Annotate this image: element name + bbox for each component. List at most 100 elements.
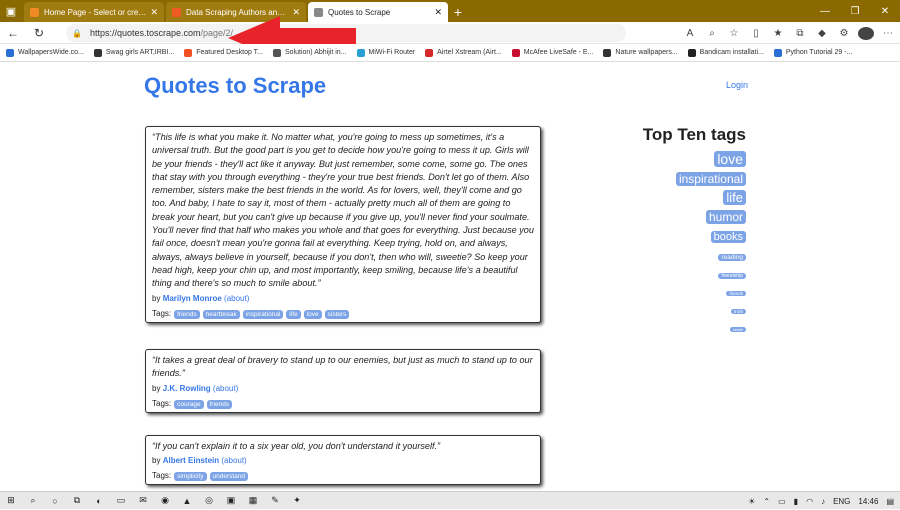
about-link[interactable]: (about) (224, 294, 249, 303)
instagram-icon[interactable]: ▣ (220, 495, 242, 506)
bookmark-item[interactable]: Nature wallpapers... (603, 48, 678, 57)
bookmark-label: Solution) Abhijit in... (285, 49, 347, 56)
maximize-icon[interactable]: ❐ (840, 0, 870, 22)
tag-link[interactable]: love (303, 309, 322, 319)
mail-icon[interactable]: ✉ (132, 495, 154, 506)
zoom-icon[interactable]: ⌕ (704, 28, 720, 39)
bookmark-favicon-icon (184, 48, 193, 57)
minimize-icon[interactable]: — (810, 0, 840, 22)
top-tag-link[interactable]: simile (729, 327, 746, 332)
refresh-icon[interactable]: ↻ (26, 26, 52, 40)
top-tag-link[interactable]: truth (730, 309, 746, 314)
tag-link[interactable]: sisters (324, 309, 350, 319)
quote-text: “It takes a great deal of bravery to sta… (152, 355, 533, 379)
bookmark-item[interactable]: MiWi-Fi Router (356, 48, 416, 57)
bookmark-item[interactable]: Python Tutorial 29 -... (773, 48, 853, 57)
file-explorer-icon[interactable]: ▭ (110, 495, 132, 506)
favorites-icon[interactable]: ★ (770, 28, 786, 39)
bookmark-item[interactable]: Solution) Abhijit in... (273, 48, 347, 57)
task-view-icon[interactable]: ⧉ (66, 495, 88, 506)
back-icon[interactable]: ← (0, 26, 26, 40)
favorite-star-icon[interactable]: ☆ (726, 28, 742, 39)
bookmark-item[interactable]: McAfee LiveSafe - E... (511, 48, 593, 57)
tab-close-icon[interactable]: ✕ (434, 7, 442, 18)
chrome-icon[interactable]: ◉ (154, 495, 176, 506)
close-window-icon[interactable]: ✕ (870, 0, 900, 22)
about-link[interactable]: (about) (221, 456, 246, 465)
extensions-icon[interactable]: ⚙ (836, 28, 852, 39)
collections-icon[interactable]: ⧉ (792, 28, 808, 39)
profile-avatar[interactable] (858, 26, 874, 40)
new-tab-button[interactable]: + (448, 2, 468, 22)
tag-link[interactable]: heartbreak (202, 309, 240, 319)
browser-tab[interactable]: Home Page - Select or create a b ✕ (24, 2, 164, 22)
author-name: J.K. Rowling (162, 383, 211, 393)
top-tag-link[interactable]: reading (718, 254, 746, 261)
tags-label: Tags: (152, 308, 172, 318)
top-tag-link[interactable]: inspirational (675, 172, 746, 186)
clock[interactable]: 14:46 (858, 497, 878, 506)
bookmark-label: Bandicam installati... (699, 49, 764, 56)
volume-icon[interactable]: ♪ (821, 497, 825, 506)
weather-icon[interactable]: ☀ (748, 497, 755, 506)
top-tags-panel: Top Ten tags love inspirational life humor b… (610, 125, 746, 336)
tag-link[interactable]: life (286, 309, 301, 319)
top-tags-title: Top Ten tags (642, 125, 746, 144)
bookmark-item[interactable]: WallpapersWide.co... (6, 48, 84, 57)
edge-icon[interactable]: ◐ (88, 496, 110, 506)
top-tag-link[interactable]: humor (705, 210, 746, 224)
tab-actions-icon[interactable]: ▣ (0, 0, 22, 22)
bookmark-item[interactable]: Bandicam installati... (687, 48, 764, 57)
login-link[interactable]: Login (726, 80, 748, 90)
brave-icon[interactable]: ▲ (176, 496, 198, 506)
language-indicator[interactable]: ENG (833, 497, 850, 506)
bookmarks-bar: WallpapersWide.co... Swag girls ART,IRBI.… (0, 44, 900, 62)
tag-link[interactable]: courage (174, 399, 204, 409)
top-tag-link[interactable]: books (710, 231, 746, 243)
top-tag-link[interactable]: friendship (718, 273, 746, 279)
tab-close-icon[interactable]: ✕ (150, 7, 158, 18)
tag-link[interactable]: understand (209, 472, 249, 482)
tab-strip: ▣ Home Page - Select or create a b✕Data … (0, 0, 900, 22)
top-tag-link[interactable]: love (714, 151, 746, 167)
cortana-icon[interactable]: ○ (44, 496, 66, 506)
bookmark-label: Python Tutorial 29 -... (785, 49, 853, 56)
bookmark-item[interactable]: Featured Desktop T... (184, 48, 263, 57)
tray-arrow-icon[interactable]: ⌃ (763, 497, 770, 506)
search-icon[interactable]: ⌕ (22, 495, 44, 506)
split-screen-icon[interactable]: ▯ (748, 28, 764, 39)
tags-label: Tags: (152, 471, 172, 481)
site-title[interactable]: Quotes to Scrape (144, 73, 326, 99)
quote-tags: Tags: courage friends (152, 399, 534, 409)
tab-favicon-icon (30, 7, 39, 17)
bookmark-favicon-icon (603, 48, 612, 57)
notifications-icon[interactable]: ▤ (886, 497, 894, 506)
notepad-icon[interactable]: ✎ (264, 495, 286, 506)
top-tag-link[interactable]: life (723, 190, 746, 205)
whatsapp-icon[interactable]: ◎ (198, 495, 220, 506)
tag-link[interactable]: friends (174, 309, 200, 319)
bookmark-label: MiWi-Fi Router (368, 49, 416, 56)
url-host: https://quotes.toscrape.com (89, 28, 201, 38)
about-link[interactable]: (about) (213, 384, 238, 393)
app-icon[interactable]: ✦ (286, 495, 308, 506)
top-tag-link[interactable]: friends (726, 291, 746, 296)
bookmark-favicon-icon (425, 48, 434, 57)
browser-tools: A ⌕ ☆ ▯ ★ ⧉ ◆ ⚙ ⋯ (682, 22, 896, 44)
bookmark-item[interactable]: Airtel Xstream (Airt... (425, 48, 502, 57)
read-aloud-icon[interactable]: A (682, 28, 698, 39)
quote-card: “This life is what you make it. No matte… (145, 126, 541, 323)
windows-start-icon[interactable]: ⊞ (0, 495, 22, 506)
screen-icon[interactable]: ▭ (778, 497, 786, 506)
tag-link[interactable]: friends (206, 399, 233, 409)
bookmark-label: Nature wallpapers... (615, 49, 678, 56)
extension-icon[interactable]: ◆ (814, 28, 830, 39)
wifi-icon[interactable]: ◠ (806, 497, 813, 506)
bookmark-item[interactable]: Swag girls ART,IRBI... (93, 48, 174, 57)
battery-icon[interactable]: ▮ (794, 497, 798, 506)
quote-tags: Tags: friends heartbreak inspirational life l… (152, 308, 534, 319)
tag-link[interactable]: simplicity (174, 472, 207, 482)
tag-link[interactable]: inspirational (242, 309, 284, 319)
calculator-icon[interactable]: ▦ (242, 495, 264, 506)
more-menu-icon[interactable]: ⋯ (880, 28, 896, 39)
